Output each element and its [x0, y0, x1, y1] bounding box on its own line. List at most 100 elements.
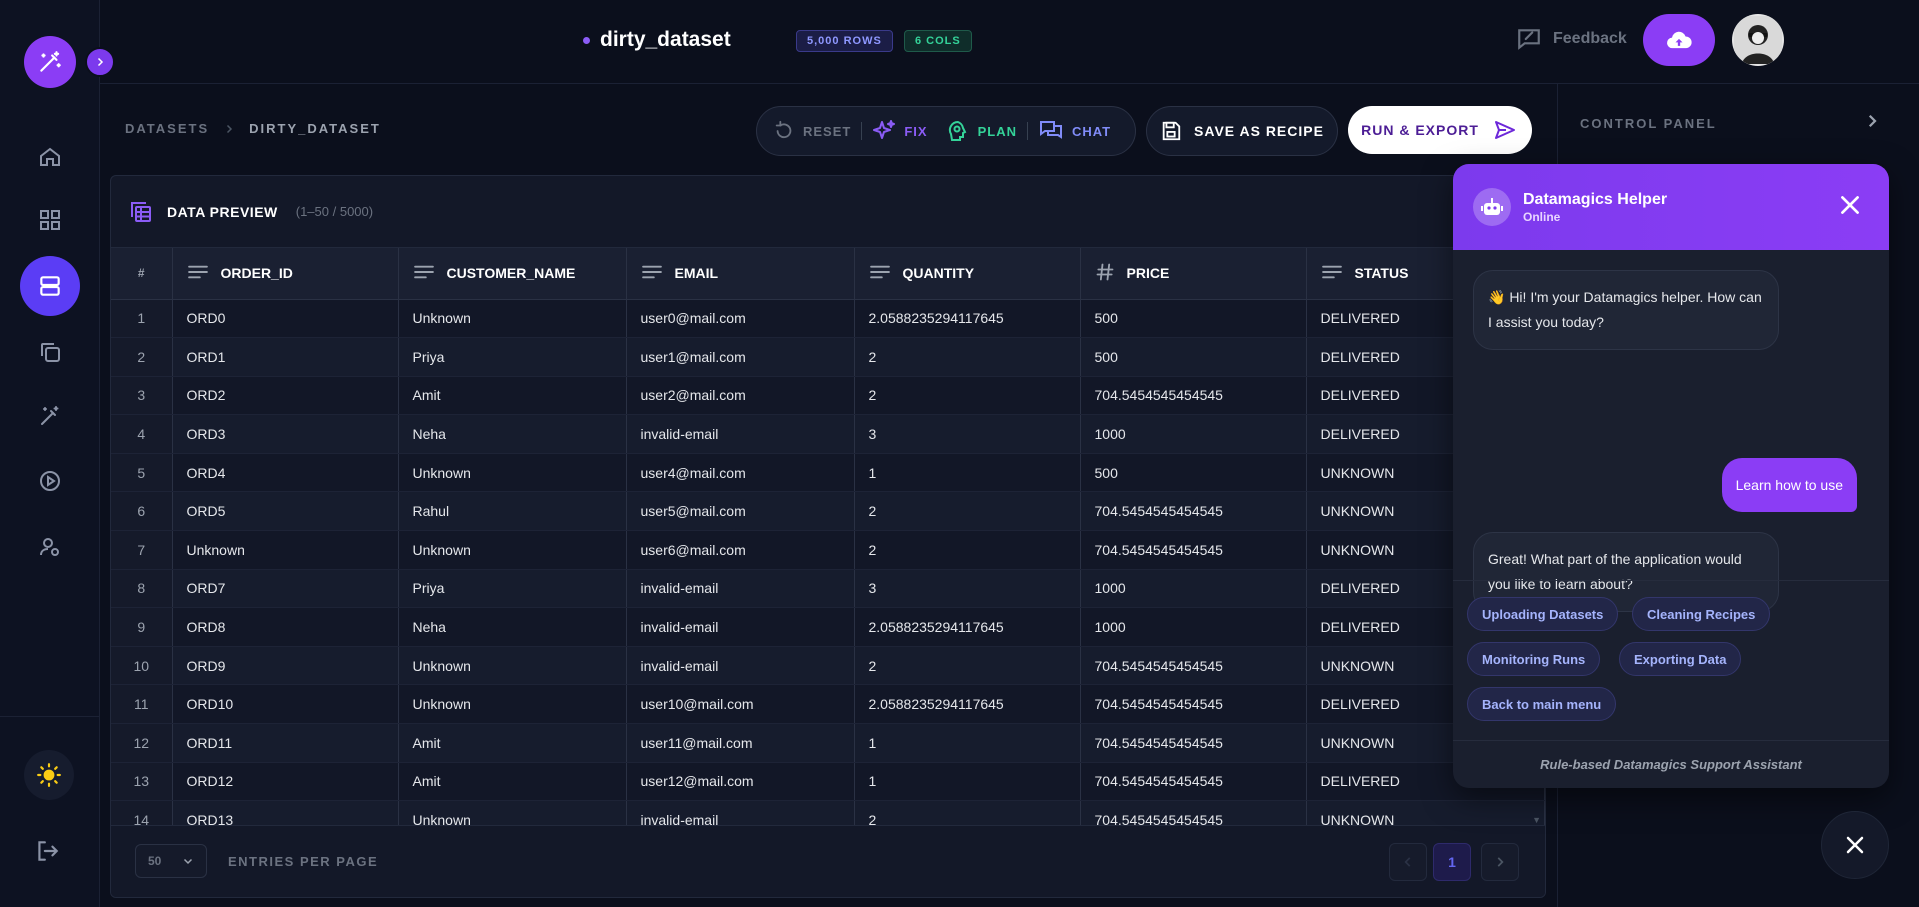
table-cell: Amit: [398, 376, 627, 416]
magic-wand-icon[interactable]: [20, 386, 80, 446]
chat-toggle-close-button[interactable]: [1821, 811, 1889, 879]
table-cell: ORD11: [172, 723, 399, 763]
table-cell: 2.0588235294117645: [854, 684, 1081, 725]
entries-per-page-select[interactable]: 50: [135, 844, 207, 878]
table-row[interactable]: 2 ORD1 Priya user1@mail.com 2 500 DELIVERED: [111, 337, 1545, 377]
user-settings-icon[interactable]: [20, 517, 80, 577]
close-icon: [1846, 836, 1864, 854]
avatar[interactable]: [1732, 14, 1784, 66]
plan-button[interactable]: PLAN: [946, 119, 1017, 143]
reset-button[interactable]: RESET: [773, 120, 851, 142]
table-cell: ORD1: [172, 337, 399, 377]
table-cell: 12: [111, 723, 173, 763]
column-header-email[interactable]: EMAIL: [626, 248, 855, 300]
toolbar-separator: [861, 122, 863, 140]
chat-button[interactable]: CHAT: [1038, 119, 1111, 143]
table-row[interactable]: 5 ORD4 Unknown user4@mail.com 1 500 UNKNOWN: [111, 453, 1545, 493]
chat-label: CHAT: [1071, 123, 1112, 139]
magic-wand-logo-icon[interactable]: [24, 36, 76, 88]
quick-reply-uploading-datasets[interactable]: Uploading Datasets: [1467, 597, 1619, 631]
table-cell: user10@mail.com: [626, 684, 855, 725]
table-cell: 2.0588235294117645: [854, 299, 1081, 339]
column-header-order-id[interactable]: ORDER_ID: [172, 248, 399, 300]
table-cell: 2: [854, 646, 1081, 686]
next-page-button[interactable]: [1481, 843, 1519, 881]
table-row[interactable]: 6 ORD5 Rahul user5@mail.com 2 704.54545454545…: [111, 491, 1545, 532]
home-icon[interactable]: [20, 127, 80, 187]
chat-messages: 👋 Hi! I'm your Datamagics helper. How ca…: [1453, 250, 1889, 612]
table-cell: user5@mail.com: [626, 491, 855, 532]
table-row[interactable]: 9 ORD8 Neha invalid-email 2.0588235294117645…: [111, 607, 1545, 647]
save-as-recipe-button[interactable]: SAVE AS RECIPE: [1146, 106, 1338, 156]
copy-icon[interactable]: [20, 322, 80, 382]
entries-per-page-label: ENTRIES PER PAGE: [228, 854, 379, 869]
fix-button[interactable]: FIX: [872, 119, 927, 143]
page-number-button[interactable]: 1: [1433, 843, 1471, 881]
table-row[interactable]: 8 ORD7 Priya invalid-email 3 1000 DELIVERED: [111, 569, 1545, 609]
breadcrumb-root[interactable]: DATASETS: [125, 121, 209, 136]
quick-reply-back-to-main-menu[interactable]: Back to main menu: [1467, 687, 1617, 721]
table-cell: ORD0: [172, 299, 399, 339]
column-header-customer-name[interactable]: CUSTOMER_NAME: [398, 248, 627, 300]
chat-quick-replies: Uploading Datasets Cleaning Recipes Moni…: [1453, 580, 1889, 740]
data-table-scroll[interactable]: # ORDER_ID CUSTOMER_NAME EMAIL QUANTITY PRICE…: [111, 248, 1545, 825]
data-preview-range: (1–50 / 5000): [295, 204, 374, 219]
quick-reply-monitoring-runs[interactable]: Monitoring Runs: [1467, 642, 1601, 676]
scroll-down-arrow-icon[interactable]: ▼: [1532, 815, 1541, 825]
chat-bot-status: Online: [1523, 209, 1561, 224]
table-cell: 1: [854, 723, 1081, 763]
data-table: # ORDER_ID CUSTOMER_NAME EMAIL QUANTITY PRICE…: [111, 248, 1545, 825]
text-type-icon: [641, 264, 663, 283]
table-cell: ORD9: [172, 646, 399, 686]
table-row[interactable]: 1 ORD0 Unknown user0@mail.com 2.058823529411…: [111, 299, 1545, 339]
sidebar: [0, 0, 100, 907]
table-row[interactable]: 13 ORD12 Amit user12@mail.com 1 704.545454545…: [111, 762, 1545, 802]
table-cell: 1: [854, 453, 1081, 493]
quick-reply-cleaning-recipes[interactable]: Cleaning Recipes: [1632, 597, 1771, 631]
column-header-label: PRICE: [1126, 265, 1170, 282]
table-cell: user4@mail.com: [626, 453, 855, 493]
table-cell: Neha: [398, 607, 627, 647]
chevron-right-icon: [1497, 857, 1504, 867]
logout-icon[interactable]: [34, 838, 60, 869]
datasets-icon[interactable]: [20, 256, 80, 316]
table-header-row: # ORDER_ID CUSTOMER_NAME EMAIL QUANTITY PRICE…: [111, 248, 1545, 300]
reset-icon: [775, 120, 792, 139]
text-type-icon: [413, 264, 435, 283]
table-row[interactable]: 12 ORD11 Amit user11@mail.com 1 704.545454545…: [111, 723, 1545, 763]
upload-cloud-button[interactable]: [1643, 14, 1715, 66]
table-cell: 2: [854, 530, 1081, 570]
theme-toggle-sun-icon[interactable]: [24, 750, 74, 800]
table-cell: 3: [854, 414, 1081, 454]
run-export-button[interactable]: RUN & EXPORT: [1348, 106, 1532, 154]
prev-page-button[interactable]: [1389, 843, 1427, 881]
column-header-label: EMAIL: [674, 265, 719, 282]
table-cell: ORD4: [172, 453, 399, 493]
table-row[interactable]: 3 ORD2 Amit user2@mail.com 2 704.545454545454…: [111, 376, 1545, 416]
column-header-index[interactable]: #: [111, 248, 173, 300]
robot-icon: [1473, 188, 1511, 226]
number-type-icon: [1095, 262, 1115, 285]
table-row[interactable]: 10 ORD9 Unknown invalid-email 2 704.545454545…: [111, 646, 1545, 686]
table-cell: 2.0588235294117645: [854, 607, 1081, 647]
grid-icon[interactable]: [20, 190, 80, 250]
table-cell: Unknown: [398, 530, 627, 570]
chevron-right-icon[interactable]: [1863, 112, 1881, 135]
column-header-price[interactable]: PRICE: [1080, 248, 1307, 300]
table-row[interactable]: 7 Unknown Unknown user6@mail.com 2 704.545454…: [111, 530, 1545, 570]
table-row[interactable]: 11 ORD10 Unknown user10@mail.com 2.058823529…: [111, 684, 1545, 725]
table-cell: 2: [111, 337, 173, 377]
table-row[interactable]: 14 ORD13 Unknown invalid-email 2 704.54545454…: [111, 800, 1545, 825]
table-cell: ORD7: [172, 569, 399, 609]
feedback-button[interactable]: Feedback: [1515, 26, 1627, 52]
table-cell: 704.5454545454545: [1080, 530, 1307, 570]
quick-reply-exporting-data[interactable]: Exporting Data: [1619, 642, 1742, 676]
column-header-quantity[interactable]: QUANTITY: [854, 248, 1081, 300]
close-icon[interactable]: [1837, 192, 1863, 223]
text-type-icon: [1321, 264, 1343, 283]
table-cell: Unknown: [398, 646, 627, 686]
play-circle-icon[interactable]: [20, 451, 80, 511]
chat-header: Datamagics Helper Online: [1453, 164, 1889, 250]
sidebar-expand-button[interactable]: [85, 47, 115, 77]
table-row[interactable]: 4 ORD3 Neha invalid-email 3 1000 DELIVERED: [111, 414, 1545, 454]
